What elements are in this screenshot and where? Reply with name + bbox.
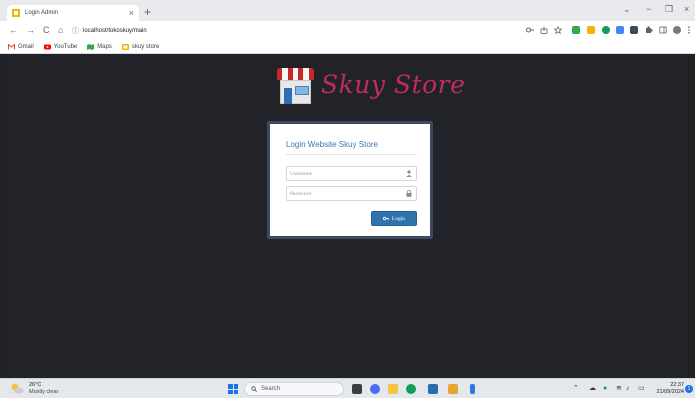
key-icon <box>382 216 389 221</box>
page-viewport: Skuy Store Login Website Skuy Store Logi… <box>7 54 688 378</box>
browser-tab-strip: Login Admin × + ⌄ − ❐ × <box>0 0 695 21</box>
xampp-icon[interactable] <box>448 384 458 394</box>
store-favicon-icon <box>12 9 20 17</box>
browser-tab[interactable]: Login Admin × <box>7 5 139 21</box>
maps-icon <box>87 44 95 50</box>
logo-text: Skuy Store <box>321 70 466 99</box>
weather-moon-cloud-icon[interactable] <box>10 383 24 394</box>
address-bar[interactable]: ⓘ localhost/tokoskuy/main <box>72 24 522 38</box>
password-input[interactable] <box>287 187 405 200</box>
store-awning-icon <box>277 68 314 80</box>
tray-chrome-icon[interactable]: ● <box>603 385 607 393</box>
file-explorer-icon[interactable] <box>388 384 398 394</box>
bookmark-skuy-store[interactable]: skuy store <box>121 44 159 50</box>
taskbar-search-label: Search <box>261 386 281 392</box>
menu-kebab-icon[interactable] <box>687 26 691 34</box>
login-button[interactable]: Login <box>371 211 417 226</box>
start-button[interactable] <box>228 384 238 394</box>
login-button-label: Login <box>391 215 406 222</box>
site-info-icon[interactable]: ⓘ <box>72 26 79 36</box>
weather-description[interactable]: Mostly clear <box>29 389 58 395</box>
bookmark-maps[interactable]: Maps <box>87 44 112 50</box>
extension-yellow-icon[interactable] <box>587 26 595 34</box>
tab-close-icon[interactable]: × <box>129 8 134 18</box>
username-field[interactable] <box>286 166 417 181</box>
wifi-icon[interactable]: ≋ <box>616 385 622 393</box>
new-tab-button[interactable]: + <box>144 6 151 18</box>
side-panel-icon[interactable] <box>659 26 667 34</box>
vscode-icon[interactable] <box>470 384 475 394</box>
reload-button[interactable]: C <box>43 26 50 35</box>
home-button[interactable]: ⌂ <box>58 26 63 35</box>
login-card: Login Website Skuy Store Login <box>267 121 433 239</box>
bookmark-gmail[interactable]: Gmail <box>8 44 34 50</box>
weather-temperature[interactable]: 26°C <box>29 382 41 388</box>
extension-dark-icon[interactable] <box>630 26 638 34</box>
task-view-icon[interactable] <box>352 384 362 394</box>
bookmark-star-icon[interactable] <box>554 26 562 34</box>
tab-search-icon[interactable]: ⌄ <box>623 5 631 14</box>
url-text[interactable]: localhost/tokoskuy/main <box>83 28 147 34</box>
extensions-puzzle-icon[interactable] <box>645 26 653 34</box>
youtube-icon <box>43 44 51 50</box>
close-window-button[interactable]: × <box>684 5 689 14</box>
minimize-button[interactable]: − <box>646 5 651 14</box>
tray-onedrive-icon[interactable]: ☁ <box>589 385 596 393</box>
tray-chevron-icon[interactable]: ⌃ <box>573 385 579 393</box>
battery-icon[interactable]: ▭ <box>638 385 645 393</box>
profile-avatar[interactable] <box>673 26 681 34</box>
gmail-icon <box>8 44 15 50</box>
extension-green-icon[interactable] <box>572 26 580 34</box>
title-divider <box>286 154 417 155</box>
username-input[interactable] <box>287 167 405 180</box>
store-logo[interactable]: Skuy Store <box>277 66 465 108</box>
user-icon <box>406 170 412 177</box>
store-app-icon[interactable] <box>428 384 438 394</box>
taskbar: 26°C Mostly clear Search ⌃ ☁ ● ≋ ♪ ▭ 22:… <box>0 378 695 398</box>
volume-icon[interactable]: ♪ <box>626 385 630 393</box>
extension-marker-icon[interactable] <box>602 26 610 34</box>
store-window-icon <box>295 86 309 95</box>
bookmark-youtube[interactable]: YouTube <box>43 44 77 50</box>
store-door-icon <box>284 88 292 104</box>
forward-button[interactable]: → <box>26 26 35 35</box>
clock-date[interactable]: 21/09/2024 <box>651 389 684 395</box>
clock-time[interactable]: 22:37 <box>664 382 684 388</box>
chrome-icon[interactable] <box>406 384 416 394</box>
key-icon[interactable] <box>526 26 534 34</box>
chat-app-icon[interactable] <box>370 384 380 394</box>
search-icon <box>251 386 257 392</box>
bookmarks-bar: Gmail YouTube Maps skuy store <box>0 41 695 54</box>
notification-badge[interactable]: 1 <box>685 385 693 393</box>
tab-title: Login Admin <box>25 10 59 16</box>
login-title: Login Website Skuy Store <box>286 140 378 149</box>
extension-blue-icon[interactable] <box>616 26 624 34</box>
password-field[interactable] <box>286 186 417 201</box>
storefront-icon <box>280 80 311 104</box>
browser-toolbar: ← → C ⌂ ⓘ localhost/tokoskuy/main <box>0 21 695 41</box>
taskbar-search[interactable]: Search <box>244 382 344 396</box>
restore-button[interactable]: ❐ <box>665 5 673 14</box>
back-button[interactable]: ← <box>9 26 18 35</box>
lock-icon <box>406 190 412 197</box>
store-bookmark-icon <box>121 44 129 50</box>
share-icon[interactable] <box>540 26 548 34</box>
